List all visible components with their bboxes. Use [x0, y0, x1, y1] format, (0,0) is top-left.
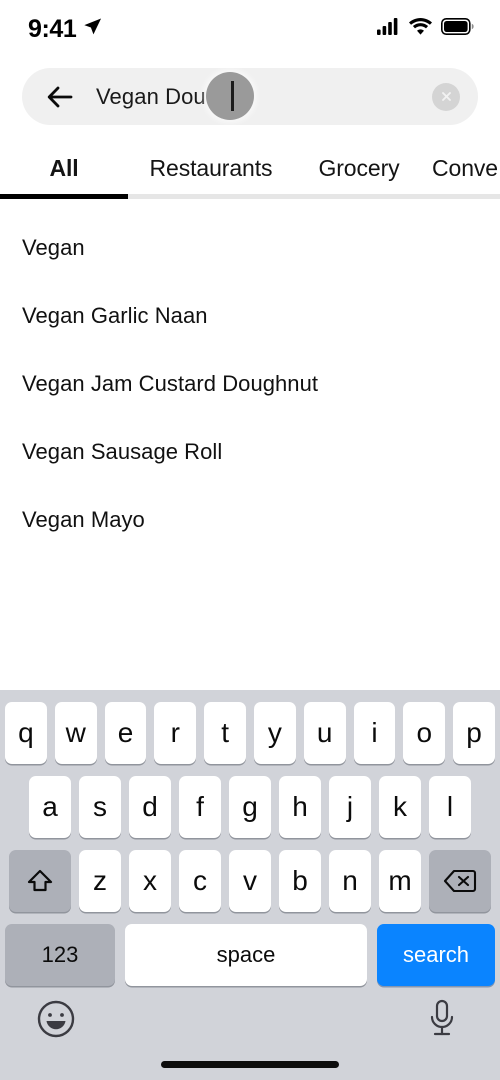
key-z[interactable]: z [79, 850, 121, 912]
key-m[interactable]: m [379, 850, 421, 912]
key-w[interactable]: w [54, 702, 97, 764]
wifi-icon [409, 18, 432, 40]
shift-arrow-icon[interactable] [9, 850, 71, 912]
keyboard-row-2: a s d f g h j k l [0, 776, 500, 838]
key-f[interactable]: f [179, 776, 221, 838]
key-n[interactable]: n [329, 850, 371, 912]
key-v[interactable]: v [229, 850, 271, 912]
on-screen-keyboard: q w e r t y u i o p a s d f g h j k l z … [0, 690, 500, 1080]
keyboard-row-1: q w e r t y u i o p [0, 702, 500, 764]
tab-convenience[interactable]: Conve [424, 155, 498, 182]
backspace-icon[interactable] [429, 850, 491, 912]
search-input-value: Vegan Dou [96, 83, 206, 109]
cellular-signal-icon [377, 18, 400, 40]
tab-active-indicator [0, 194, 128, 199]
suggestion-label: Vegan Garlic Naan [22, 303, 208, 328]
keyboard-row-4: 123 space search [0, 924, 500, 986]
numbers-key[interactable]: 123 [5, 924, 115, 986]
list-item[interactable]: Vegan [0, 214, 500, 282]
back-arrow-icon[interactable] [44, 80, 78, 114]
key-b[interactable]: b [279, 850, 321, 912]
list-item[interactable]: Vegan Garlic Naan [0, 282, 500, 350]
key-t[interactable]: t [204, 702, 246, 764]
list-item[interactable]: Vegan Sausage Roll [0, 418, 500, 486]
search-screen: 9:41 Vegan Dou All Restaurants Grocery C… [0, 0, 500, 1080]
status-bar: 9:41 [0, 0, 500, 58]
suggestion-label: Vegan [22, 235, 85, 260]
key-j[interactable]: j [329, 776, 371, 838]
list-item[interactable]: Vegan Mayo [0, 486, 500, 554]
tab-restaurants[interactable]: Restaurants [128, 155, 294, 182]
touch-point-indicator [206, 72, 254, 120]
key-q[interactable]: q [5, 702, 47, 764]
status-bar-left: 9:41 [28, 14, 102, 43]
key-h[interactable]: h [279, 776, 321, 838]
key-k[interactable]: k [379, 776, 421, 838]
key-g[interactable]: g [229, 776, 271, 838]
tab-all[interactable]: All [0, 155, 128, 182]
status-bar-right [377, 18, 474, 40]
tabs-row: All Restaurants Grocery Conve [0, 140, 500, 196]
status-time: 9:41 [28, 14, 77, 43]
key-l[interactable]: l [429, 776, 471, 838]
suggestion-label: Vegan Jam Custard Doughnut [22, 371, 319, 396]
category-tabs: All Restaurants Grocery Conve [0, 140, 500, 204]
clear-circle-icon[interactable] [432, 82, 460, 111]
key-d[interactable]: d [129, 776, 171, 838]
keyboard-row-3: z x c v b n m [0, 850, 500, 912]
emoji-smiley-icon[interactable] [34, 998, 78, 1042]
key-e[interactable]: e [104, 702, 147, 764]
key-a[interactable]: a [29, 776, 71, 838]
microphone-icon[interactable] [422, 998, 462, 1042]
home-indicator-bar[interactable] [161, 1061, 339, 1068]
key-c[interactable]: c [179, 850, 221, 912]
text-cursor [231, 81, 234, 111]
key-r[interactable]: r [154, 702, 197, 764]
list-item[interactable]: Vegan Jam Custard Doughnut [0, 350, 500, 418]
battery-full-icon [441, 18, 474, 40]
suggestion-label: Vegan Mayo [22, 507, 145, 532]
key-u[interactable]: u [303, 702, 346, 764]
suggestion-label: Vegan Sausage Roll [22, 439, 223, 464]
suggestion-list: Vegan Vegan Garlic Naan Vegan Jam Custar… [0, 214, 500, 554]
key-i[interactable]: i [353, 702, 396, 764]
key-p[interactable]: p [453, 702, 495, 764]
tab-grocery[interactable]: Grocery [294, 155, 424, 182]
search-key[interactable]: search [377, 924, 495, 986]
keyboard-bottom-bar [0, 984, 500, 1080]
search-bar: Vegan Dou [22, 68, 478, 125]
search-pill[interactable]: Vegan Dou [22, 68, 478, 125]
location-arrow-icon [83, 17, 102, 41]
key-s[interactable]: s [79, 776, 121, 838]
search-input[interactable]: Vegan Dou [78, 68, 432, 125]
key-y[interactable]: y [254, 702, 296, 764]
key-x[interactable]: x [129, 850, 171, 912]
space-key[interactable]: space [125, 924, 367, 986]
key-o[interactable]: o [403, 702, 446, 764]
